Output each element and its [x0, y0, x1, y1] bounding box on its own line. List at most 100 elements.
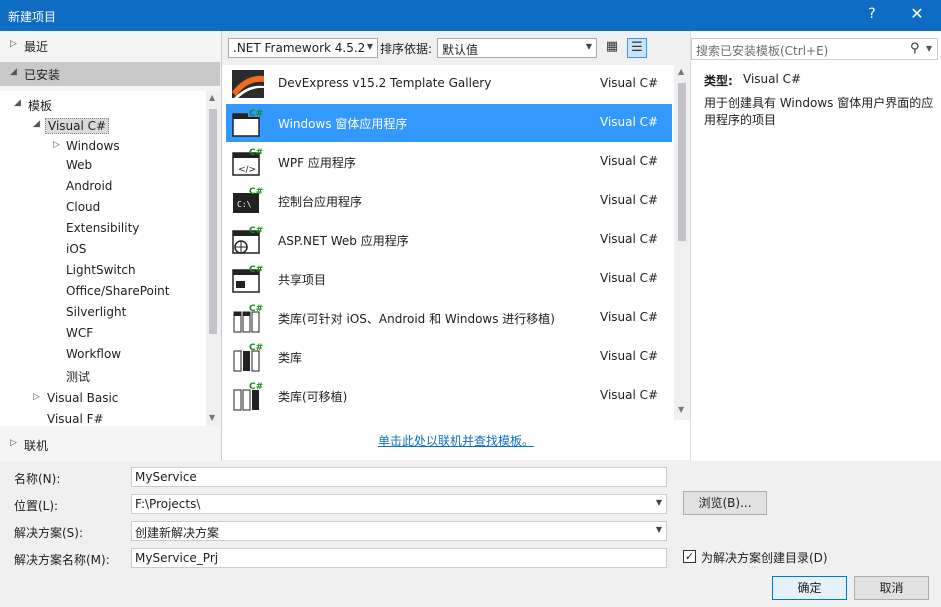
installed-node[interactable]: ◢ 已安装 — [0, 62, 220, 86]
small-icons-view-button[interactable]: ▦ — [602, 38, 622, 58]
template-item-aspnet[interactable]: C# ASP.NET Web 应用程序 Visual C# — [226, 221, 672, 259]
tree-item-visual-csharp[interactable]: ◢ Visual C# — [0, 116, 200, 136]
svg-text:C:\: C:\ — [237, 200, 252, 209]
template-language: Visual C# — [600, 310, 659, 324]
online-node[interactable]: ▷ 联机 — [0, 433, 220, 457]
template-name: Windows 窗体应用程序 — [278, 117, 408, 131]
tree-label-visual-fsharp: Visual F# — [47, 412, 104, 426]
cancel-button[interactable]: 取消 — [854, 576, 929, 600]
collapse-arrow-icon[interactable]: ◢ — [14, 98, 21, 108]
template-item-wpf[interactable]: </> C# WPF 应用程序 Visual C# — [226, 143, 672, 181]
tree-label-visual-csharp: Visual C# — [45, 118, 110, 134]
browse-button[interactable]: 浏览(B)... — [683, 491, 767, 515]
template-language: Visual C# — [600, 115, 659, 129]
chevron-down-icon[interactable]: ▼ — [926, 44, 932, 53]
tree-item-workflow[interactable]: Workflow — [66, 347, 121, 367]
solution-name-label: 解决方案名称(M): — [14, 553, 110, 567]
expand-arrow-icon[interactable]: ▷ — [33, 392, 40, 402]
scrollbar-thumb[interactable] — [678, 83, 686, 241]
scroll-up-icon[interactable]: ▲ — [678, 67, 684, 76]
online-label: 联机 — [24, 439, 49, 453]
tree-scrollbar[interactable]: ▲ ▼ — [206, 91, 220, 426]
tree-item-extensibility[interactable]: Extensibility — [66, 221, 139, 241]
help-button[interactable]: ? — [862, 6, 882, 22]
tree-item-wcf[interactable]: WCF — [66, 326, 93, 346]
portable-library-icon: C# — [233, 304, 263, 333]
collapse-arrow-icon[interactable]: ◢ — [10, 67, 17, 77]
tree-item-visual-basic[interactable]: ▷ Visual Basic — [0, 389, 200, 409]
svg-text:C#: C# — [249, 148, 263, 158]
template-name: 类库 — [278, 351, 303, 365]
ok-button[interactable]: 确定 — [772, 576, 847, 600]
find-online-templates-link[interactable]: 单击此处以联机并查找模板。 — [378, 432, 534, 449]
expand-arrow-icon[interactable]: ▷ — [53, 140, 60, 150]
location-field[interactable]: F:\Projects\ ▼ — [131, 494, 667, 514]
recent-node[interactable]: ▷ 最近 — [0, 34, 220, 58]
template-language: Visual C# — [600, 193, 659, 207]
template-item-shared-project[interactable]: C# 共享项目 Visual C# — [226, 260, 672, 298]
tree-item-test[interactable]: 测试 — [66, 368, 90, 388]
tree-item-ios[interactable]: iOS — [66, 242, 86, 262]
wpf-icon: </> C# — [232, 148, 263, 176]
tree-item-cloud[interactable]: Cloud — [66, 200, 100, 220]
template-name: DevExpress v15.2 Template Gallery — [278, 76, 492, 90]
search-icon[interactable]: ⚲ — [910, 41, 920, 56]
project-name-field[interactable]: MyService — [131, 467, 667, 487]
tree-item-android[interactable]: Android — [66, 179, 112, 199]
chevron-down-icon[interactable]: ▼ — [656, 498, 662, 507]
tree-item-windows[interactable]: ▷ Windows — [0, 137, 200, 157]
template-name: 共享项目 — [278, 273, 327, 287]
template-list-scrollbar[interactable]: ▲ ▼ — [674, 65, 690, 420]
grid-view-icon: ▦ — [605, 39, 619, 54]
name-label: 名称(N): — [14, 472, 61, 486]
framework-select[interactable]: .NET Framework 4.5.2 ▼ — [228, 38, 378, 58]
title-bar: 新建项目 ? ✕ — [0, 0, 941, 31]
tree-item-office-sharepoint[interactable]: Office/SharePoint — [66, 284, 170, 304]
console-icon: C:\ C# — [233, 187, 263, 213]
chevron-down-icon[interactable]: ▼ — [656, 525, 662, 534]
class-library-icon: C# — [233, 343, 263, 372]
template-language: Visual C# — [600, 154, 659, 168]
sort-label: 排序依据: — [380, 42, 433, 56]
list-view-button[interactable]: ☰ — [627, 38, 647, 58]
sort-select[interactable]: 默认值 ▼ — [437, 38, 597, 58]
template-item-console[interactable]: C:\ C# 控制台应用程序 Visual C# — [226, 182, 672, 220]
tree-item-lightswitch[interactable]: LightSwitch — [66, 263, 136, 283]
details-panel: 搜索已安装模板(Ctrl+E) ⚲ ▼ 类型: Visual C# 用于创建具有… — [690, 31, 941, 461]
scrollbar-thumb[interactable] — [209, 109, 217, 334]
template-language: Visual C# — [600, 232, 659, 246]
create-directory-label: 为解决方案创建目录(D) — [701, 551, 828, 565]
template-name: ASP.NET Web 应用程序 — [278, 234, 409, 248]
template-item-portable-class-library[interactable]: C# 类库(可移植) Visual C# — [226, 377, 672, 415]
chevron-down-icon: ▼ — [366, 42, 373, 51]
chevron-down-icon: ▼ — [585, 42, 592, 51]
expand-arrow-icon[interactable]: ▷ — [10, 438, 17, 448]
installed-label: 已安装 — [24, 68, 61, 82]
svg-text:C#: C# — [249, 343, 263, 353]
create-directory-checkbox[interactable]: ✓ — [683, 550, 696, 563]
search-input[interactable]: 搜索已安装模板(Ctrl+E) ⚲ ▼ — [691, 38, 938, 60]
template-language: Visual C# — [600, 271, 659, 285]
expand-arrow-icon[interactable]: ▷ — [10, 39, 17, 49]
solution-select[interactable]: 创建新解决方案 ▼ — [131, 521, 667, 541]
solution-name-field[interactable]: MyService_Prj — [131, 548, 667, 568]
scroll-down-icon[interactable]: ▼ — [209, 413, 215, 422]
scroll-up-icon[interactable]: ▲ — [209, 93, 215, 102]
template-item-portable-library-xplat[interactable]: C# 类库(可针对 iOS、Android 和 Windows 进行移植) Vi… — [226, 299, 672, 337]
tree-item-templates[interactable]: ◢ 模板 — [0, 95, 200, 115]
template-item-class-library[interactable]: C# 类库 Visual C# — [226, 338, 672, 376]
svg-text:C#: C# — [249, 304, 263, 314]
tree-item-silverlight[interactable]: Silverlight — [66, 305, 126, 325]
svg-text:C#: C# — [249, 382, 263, 392]
template-item-windows-forms[interactable]: C# Windows 窗体应用程序 Visual C# — [226, 104, 672, 142]
template-item-devexpress[interactable]: DevExpress v15.2 Template Gallery Visual… — [226, 65, 672, 103]
location-value: F:\Projects\ — [135, 497, 201, 511]
tree-item-visual-fsharp[interactable]: Visual F# — [0, 410, 200, 426]
template-description: 用于创建具有 Windows 窗体用户界面的应用程序的项目 — [704, 96, 934, 127]
tree-label: Windows — [66, 139, 120, 153]
svg-text:C#: C# — [249, 265, 263, 275]
close-button[interactable]: ✕ — [905, 4, 929, 23]
collapse-arrow-icon[interactable]: ◢ — [33, 119, 40, 129]
tree-item-web[interactable]: Web — [66, 158, 92, 178]
scroll-down-icon[interactable]: ▼ — [678, 405, 684, 414]
